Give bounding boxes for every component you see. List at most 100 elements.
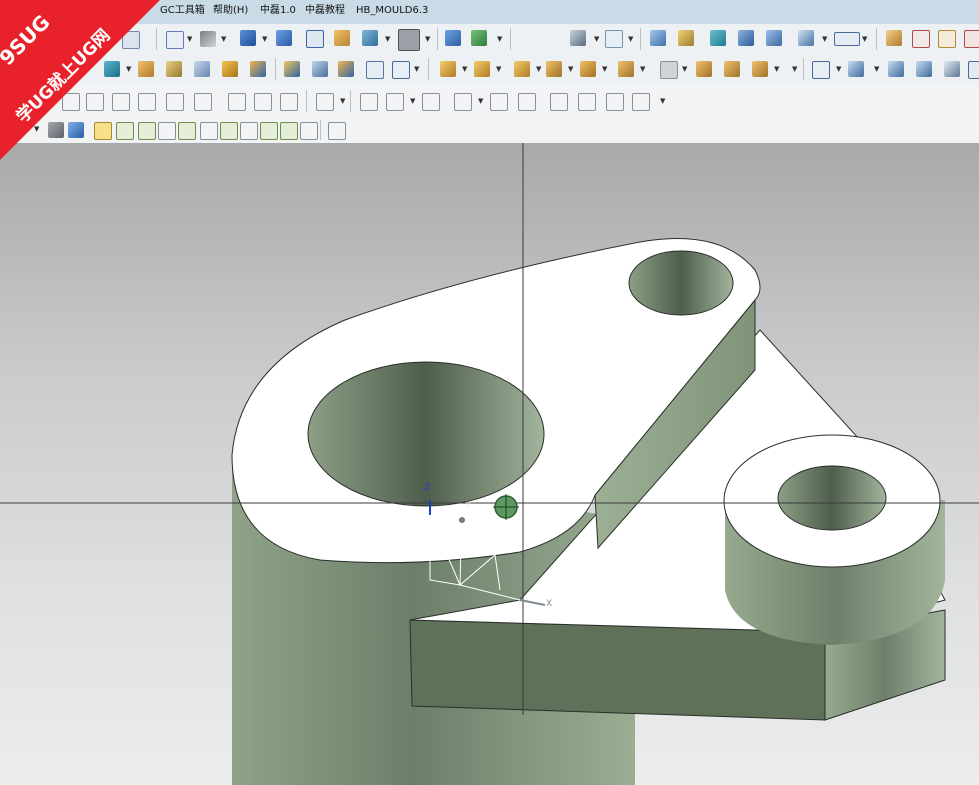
mirror-icon[interactable] bbox=[724, 61, 740, 77]
point-set-icon[interactable] bbox=[104, 61, 120, 77]
blend-icon[interactable] bbox=[752, 61, 768, 77]
boss-icon[interactable] bbox=[312, 61, 328, 77]
cylinder-icon[interactable] bbox=[250, 61, 266, 77]
export-icon[interactable] bbox=[632, 93, 650, 111]
pattern-icon[interactable] bbox=[696, 61, 712, 77]
hole-icon[interactable] bbox=[284, 61, 300, 77]
inspect-icon[interactable] bbox=[678, 30, 694, 46]
chevron-down-icon[interactable]: ▼ bbox=[34, 125, 39, 133]
point-on-face-icon[interactable] bbox=[300, 122, 318, 140]
pocket-icon[interactable] bbox=[338, 61, 354, 77]
angle-icon[interactable] bbox=[454, 93, 472, 111]
line-icon[interactable] bbox=[360, 93, 378, 111]
distance-icon[interactable] bbox=[834, 32, 860, 46]
cube-icon[interactable] bbox=[240, 30, 256, 46]
dimension-icon[interactable] bbox=[254, 93, 272, 111]
sketch-icon[interactable] bbox=[886, 30, 902, 46]
chevron-down-icon[interactable]: ▼ bbox=[536, 65, 541, 73]
menu-zhonglei-1[interactable]: 中磊1.0 bbox=[260, 5, 296, 17]
mid-point-icon[interactable] bbox=[138, 122, 156, 140]
menu-help[interactable]: 帮助(H) bbox=[213, 5, 248, 17]
chevron-down-icon[interactable]: ▼ bbox=[682, 65, 687, 73]
perpendicular-icon[interactable] bbox=[280, 93, 298, 111]
face-icon[interactable] bbox=[944, 61, 960, 77]
chevron-down-icon[interactable]: ▼ bbox=[836, 65, 841, 73]
parallel-icon[interactable] bbox=[490, 93, 508, 111]
filter-icon[interactable] bbox=[766, 30, 782, 46]
draft-icon[interactable] bbox=[392, 61, 410, 79]
spline-icon[interactable] bbox=[938, 30, 956, 48]
curve-icon[interactable] bbox=[912, 30, 930, 48]
through-curves-icon[interactable] bbox=[888, 61, 904, 77]
split-body-icon[interactable] bbox=[580, 61, 596, 77]
chevron-down-icon[interactable]: ▼ bbox=[496, 65, 501, 73]
chevron-down-icon[interactable]: ▼ bbox=[660, 97, 665, 105]
chamfer-curve-icon[interactable] bbox=[86, 93, 104, 111]
select-icon[interactable] bbox=[738, 30, 754, 46]
chevron-down-icon[interactable]: ▼ bbox=[497, 35, 502, 43]
divide-curve-icon[interactable] bbox=[194, 93, 212, 111]
circle-icon[interactable] bbox=[220, 122, 238, 140]
symmetry-icon[interactable] bbox=[518, 93, 536, 111]
unite-icon[interactable] bbox=[440, 61, 456, 77]
offset-face-icon[interactable] bbox=[618, 61, 634, 77]
control-point-icon[interactable] bbox=[158, 122, 176, 140]
move-icon[interactable] bbox=[471, 30, 487, 46]
menu-gc-toolbox[interactable]: GC工具箱 bbox=[160, 5, 205, 17]
chevron-down-icon[interactable]: ▼ bbox=[385, 35, 390, 43]
chevron-down-icon[interactable]: ▼ bbox=[478, 97, 483, 105]
sew-icon[interactable] bbox=[660, 61, 678, 79]
shaded-mode-icon[interactable] bbox=[48, 122, 64, 138]
trim-icon[interactable] bbox=[968, 61, 979, 79]
chevron-down-icon[interactable]: ▼ bbox=[462, 65, 467, 73]
mesh-surface-icon[interactable] bbox=[916, 61, 932, 77]
chevron-down-icon[interactable]: ▼ bbox=[862, 35, 867, 43]
chevron-down-icon[interactable]: ▼ bbox=[340, 97, 345, 105]
chevron-down-icon[interactable]: ▼ bbox=[187, 35, 192, 43]
grid-icon[interactable] bbox=[328, 122, 346, 140]
ruler-icon[interactable] bbox=[316, 93, 334, 111]
subtract-icon[interactable] bbox=[474, 61, 490, 77]
chevron-down-icon[interactable]: ▼ bbox=[602, 65, 607, 73]
menu-zhonglei-tutorial[interactable]: 中磊教程 bbox=[305, 5, 345, 17]
tangent-icon[interactable] bbox=[200, 122, 218, 140]
extend-curve-icon[interactable] bbox=[166, 93, 184, 111]
rectangle-icon[interactable] bbox=[422, 93, 440, 111]
revolve-icon[interactable] bbox=[166, 61, 182, 77]
color-swatch-icon[interactable] bbox=[398, 29, 420, 51]
end-point-icon[interactable] bbox=[116, 122, 134, 140]
chevron-down-icon[interactable]: ▼ bbox=[414, 65, 419, 73]
chevron-down-icon[interactable]: ▼ bbox=[410, 97, 415, 105]
offset-curve-icon[interactable] bbox=[112, 93, 130, 111]
chevron-down-icon[interactable]: ▼ bbox=[792, 65, 797, 73]
analysis-icon[interactable] bbox=[650, 30, 666, 46]
tool-icon[interactable] bbox=[606, 93, 624, 111]
wireframe-cube-icon[interactable] bbox=[306, 30, 324, 48]
graphics-viewport[interactable]: Z Y X bbox=[0, 143, 979, 785]
cube-view-icon[interactable] bbox=[550, 93, 568, 111]
wcs-icon[interactable] bbox=[605, 30, 623, 48]
small-hole[interactable] bbox=[628, 250, 734, 316]
arc-icon[interactable] bbox=[964, 30, 979, 48]
chevron-down-icon[interactable]: ▼ bbox=[628, 35, 633, 43]
point-on-curve-icon[interactable] bbox=[280, 122, 298, 140]
trim-body-icon[interactable] bbox=[546, 61, 562, 77]
chevron-down-icon[interactable]: ▼ bbox=[262, 35, 267, 43]
snap-icon[interactable] bbox=[710, 30, 726, 46]
snap-point-icon[interactable] bbox=[94, 122, 112, 140]
intersection-icon[interactable] bbox=[178, 122, 196, 140]
measure-icon[interactable] bbox=[798, 30, 814, 46]
chevron-down-icon[interactable]: ▼ bbox=[568, 65, 573, 73]
orient-icon[interactable] bbox=[445, 30, 461, 46]
shade-icon[interactable] bbox=[200, 31, 216, 47]
intersect-icon[interactable] bbox=[514, 61, 530, 77]
chevron-down-icon[interactable]: ▼ bbox=[640, 65, 645, 73]
surface-icon[interactable] bbox=[812, 61, 830, 79]
quadrant-icon[interactable] bbox=[240, 122, 258, 140]
plate-front-face[interactable] bbox=[409, 619, 826, 721]
layer-icon[interactable] bbox=[362, 30, 378, 46]
extrude-icon[interactable] bbox=[138, 61, 154, 77]
menu-hb-mould[interactable]: HB_MOULD6.3 bbox=[356, 5, 428, 17]
ruled-surface-icon[interactable] bbox=[848, 61, 864, 77]
boss-hole[interactable] bbox=[777, 465, 887, 531]
